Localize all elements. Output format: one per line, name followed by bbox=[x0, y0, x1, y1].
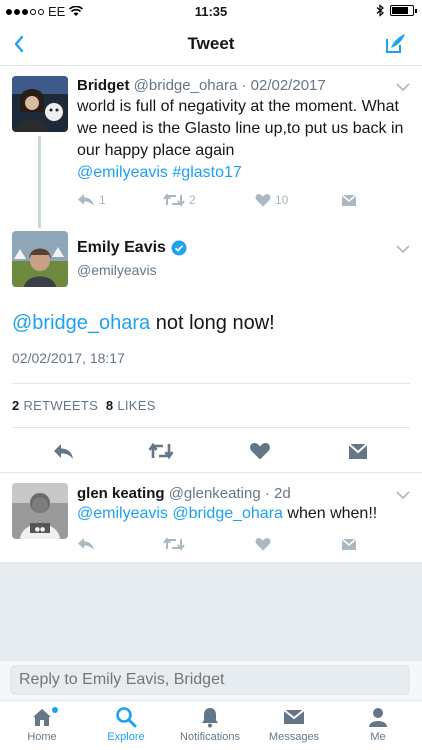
author-name[interactable]: glen keating bbox=[77, 485, 165, 502]
author-handle[interactable]: @bridge_ohara bbox=[134, 77, 238, 94]
tab-label: Messages bbox=[268, 731, 320, 743]
like-action[interactable]: 10 bbox=[255, 193, 341, 207]
envelope-icon bbox=[283, 709, 305, 724]
chevron-down-icon[interactable] bbox=[396, 490, 410, 500]
author-handle[interactable]: @glenkeating bbox=[169, 485, 261, 502]
envelope-icon[interactable] bbox=[347, 440, 369, 462]
reply-icon bbox=[78, 194, 94, 206]
tab-me[interactable]: Me bbox=[336, 705, 420, 743]
tweet-body: world is full of negativity at the momen… bbox=[77, 98, 404, 159]
author-handle[interactable]: @emilyeavis bbox=[77, 262, 157, 278]
hashtag-link[interactable]: #glasto17 bbox=[172, 164, 241, 181]
retweet-icon[interactable] bbox=[148, 440, 174, 462]
like-count: 10 bbox=[275, 193, 289, 207]
home-icon bbox=[33, 709, 51, 726]
battery-icon bbox=[390, 5, 417, 16]
like-action[interactable] bbox=[255, 537, 341, 551]
likes-stat[interactable]: 8 LIKES bbox=[106, 398, 156, 413]
tweet-body: not long now! bbox=[150, 312, 275, 334]
parent-tweet-header: Bridget @bridge_ohara · 02/02/2017 bbox=[77, 77, 326, 94]
mention-link[interactable]: @emilyeavis bbox=[77, 505, 168, 522]
reply-action[interactable] bbox=[77, 537, 163, 551]
retweet-count: 2 bbox=[189, 193, 196, 207]
main-tweet-author[interactable]: Emily Eavis bbox=[77, 239, 187, 257]
person-icon bbox=[369, 708, 387, 727]
navigation-bar: Tweet bbox=[0, 22, 422, 66]
author-name[interactable]: Emily Eavis bbox=[77, 239, 166, 257]
emily-eavis-avatar[interactable] bbox=[12, 231, 68, 287]
tab-notifications[interactable]: Notifications bbox=[168, 705, 252, 743]
heart-icon bbox=[255, 194, 271, 207]
heart-icon[interactable] bbox=[249, 440, 271, 462]
compose-tweet-icon[interactable] bbox=[384, 31, 408, 55]
main-tweet-text: @bridge_ohara not long now! bbox=[12, 312, 275, 335]
reply-icon bbox=[78, 538, 94, 550]
reply-action[interactable]: 1 bbox=[77, 193, 163, 207]
tab-label: Notifications bbox=[180, 731, 240, 743]
direct-message-action[interactable] bbox=[341, 537, 357, 551]
tweet-date: · 2d bbox=[264, 485, 291, 502]
tab-home[interactable]: Home bbox=[0, 705, 84, 743]
verified-badge-icon bbox=[171, 240, 187, 256]
reply-input[interactable] bbox=[10, 665, 410, 695]
empty-background-area bbox=[0, 562, 422, 660]
tweet-date: · 02/02/2017 bbox=[241, 77, 326, 94]
tweet-timestamp: 02/02/2017, 18:17 bbox=[12, 350, 125, 366]
new-content-indicator bbox=[52, 707, 58, 713]
tweet-body: when when!! bbox=[282, 505, 378, 522]
divider bbox=[12, 383, 410, 384]
status-bar: EE 11:35 bbox=[0, 0, 422, 22]
retweet-action[interactable]: 2 bbox=[163, 193, 255, 207]
reply-tweet-header: glen keating @glenkeating · 2d bbox=[77, 485, 291, 502]
divider bbox=[12, 427, 410, 428]
envelope-icon bbox=[341, 194, 357, 206]
heart-icon bbox=[255, 538, 271, 551]
parent-tweet-text: world is full of negativity at the momen… bbox=[77, 96, 407, 184]
bottom-tab-bar: Home Explore Notifications Messages Me bbox=[0, 700, 422, 750]
svg-text:●●: ●● bbox=[35, 526, 45, 533]
reply-tweet-actions bbox=[77, 534, 357, 554]
tab-explore[interactable]: Explore bbox=[84, 705, 168, 743]
retweet-action[interactable] bbox=[163, 537, 255, 551]
status-right bbox=[376, 4, 417, 17]
bluetooth-icon bbox=[376, 4, 384, 17]
reply-tweet-text: @emilyeavis @bridge_ohara when when!! bbox=[77, 503, 407, 525]
tweet-stats: 2 RETWEETS 8 LIKES bbox=[12, 398, 156, 413]
retweet-icon bbox=[163, 537, 185, 551]
search-icon bbox=[116, 707, 137, 728]
mention-link[interactable]: @bridge_ohara bbox=[172, 505, 283, 522]
direct-message-action[interactable] bbox=[341, 193, 357, 207]
tab-label: Me bbox=[370, 731, 386, 743]
mention-link[interactable]: @bridge_ohara bbox=[12, 312, 150, 334]
conversation-thread-line bbox=[38, 136, 41, 228]
reply-count: 1 bbox=[99, 193, 106, 207]
reply-icon[interactable] bbox=[52, 440, 74, 462]
bell-icon bbox=[202, 708, 218, 728]
retweet-icon bbox=[163, 193, 185, 207]
main-tweet-actions bbox=[0, 437, 422, 465]
parent-tweet-actions: 1 2 10 bbox=[77, 190, 357, 210]
tab-label: Home bbox=[27, 731, 57, 743]
retweets-stat[interactable]: 2 RETWEETS bbox=[12, 398, 98, 413]
status-time: 11:35 bbox=[194, 4, 228, 19]
mention-link[interactable]: @emilyeavis bbox=[77, 164, 168, 181]
tab-messages[interactable]: Messages bbox=[252, 705, 336, 743]
chevron-down-icon[interactable] bbox=[396, 82, 410, 92]
chevron-down-icon[interactable] bbox=[396, 244, 410, 254]
tab-label: Explore bbox=[107, 731, 145, 743]
reply-composer-bar bbox=[0, 660, 422, 700]
bridget-avatar[interactable] bbox=[12, 76, 68, 132]
glen-keating-avatar[interactable]: ●● bbox=[12, 483, 68, 539]
divider bbox=[0, 472, 422, 473]
page-title: Tweet bbox=[187, 34, 235, 53]
envelope-icon bbox=[341, 538, 357, 550]
author-name[interactable]: Bridget bbox=[77, 77, 130, 94]
